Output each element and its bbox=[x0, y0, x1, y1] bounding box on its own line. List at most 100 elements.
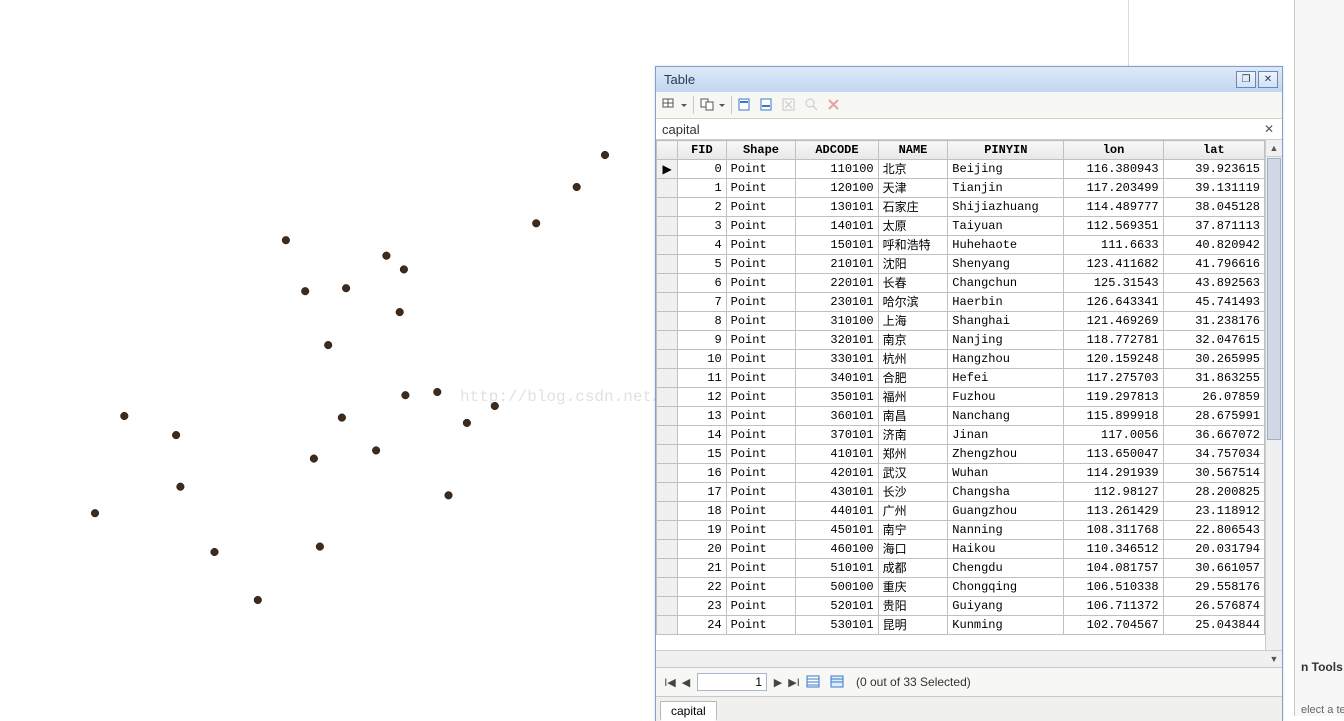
cell-adcode[interactable]: 310100 bbox=[796, 312, 878, 331]
cell-pinyin[interactable]: Haerbin bbox=[948, 293, 1064, 312]
table-options-dropdown[interactable] bbox=[680, 95, 687, 115]
nav-first-button[interactable]: I◀ bbox=[663, 674, 677, 690]
cell-adcode[interactable]: 220101 bbox=[796, 274, 878, 293]
cell-lon[interactable]: 117.0056 bbox=[1064, 426, 1163, 445]
cell-lon[interactable]: 106.510338 bbox=[1064, 578, 1163, 597]
table-row[interactable]: 6Point220101长春Changchun125.3154343.89256… bbox=[657, 274, 1265, 293]
cell-lat[interactable]: 28.675991 bbox=[1163, 407, 1264, 426]
cell-adcode[interactable]: 500100 bbox=[796, 578, 878, 597]
cell-lat[interactable]: 26.576874 bbox=[1163, 597, 1264, 616]
cell-fid[interactable]: 10 bbox=[678, 350, 727, 369]
table-row[interactable]: 16Point420101武汉Wuhan114.29193930.567514 bbox=[657, 464, 1265, 483]
cell-lon[interactable]: 106.711372 bbox=[1064, 597, 1163, 616]
nav-prev-button[interactable]: ◀ bbox=[679, 674, 693, 690]
cell-shape[interactable]: Point bbox=[726, 312, 796, 331]
nav-next-button[interactable]: ▶ bbox=[771, 674, 785, 690]
cell-adcode[interactable]: 530101 bbox=[796, 616, 878, 635]
table-row[interactable]: 9Point320101南京Nanjing118.77278132.047615 bbox=[657, 331, 1265, 350]
cell-shape[interactable]: Point bbox=[726, 540, 796, 559]
table-row[interactable]: 3Point140101太原Taiyuan112.56935137.871113 bbox=[657, 217, 1265, 236]
cell-fid[interactable]: 22 bbox=[678, 578, 727, 597]
cell-pinyin[interactable]: Changchun bbox=[948, 274, 1064, 293]
cell-shape[interactable]: Point bbox=[726, 407, 796, 426]
cell-pinyin[interactable]: Shenyang bbox=[948, 255, 1064, 274]
map-point[interactable] bbox=[172, 431, 180, 439]
cell-adcode[interactable]: 230101 bbox=[796, 293, 878, 312]
cell-shape[interactable]: Point bbox=[726, 483, 796, 502]
cell-shape[interactable]: Point bbox=[726, 236, 796, 255]
cell-adcode[interactable]: 520101 bbox=[796, 597, 878, 616]
cell-shape[interactable]: Point bbox=[726, 521, 796, 540]
row-header[interactable] bbox=[657, 464, 678, 483]
cell-adcode[interactable]: 130101 bbox=[796, 198, 878, 217]
cell-fid[interactable]: 20 bbox=[678, 540, 727, 559]
row-header[interactable] bbox=[657, 483, 678, 502]
cell-lon[interactable]: 115.899918 bbox=[1064, 407, 1163, 426]
cell-adcode[interactable]: 350101 bbox=[796, 388, 878, 407]
col-lat[interactable]: lat bbox=[1163, 141, 1264, 160]
cell-pinyin[interactable]: Fuzhou bbox=[948, 388, 1064, 407]
table-row[interactable]: 23Point520101贵阳Guiyang106.71137226.57687… bbox=[657, 597, 1265, 616]
col-fid[interactable]: FID bbox=[678, 141, 727, 160]
cell-pinyin[interactable]: Chongqing bbox=[948, 578, 1064, 597]
titlebar[interactable]: Table ❐ ✕ bbox=[656, 66, 1282, 92]
cell-shape[interactable]: Point bbox=[726, 426, 796, 445]
row-header[interactable] bbox=[657, 521, 678, 540]
cell-fid[interactable]: 1 bbox=[678, 179, 727, 198]
cell-pinyin[interactable]: Nanchang bbox=[948, 407, 1064, 426]
table-row[interactable]: 14Point370101济南Jinan117.005636.667072 bbox=[657, 426, 1265, 445]
cell-lat[interactable]: 36.667072 bbox=[1163, 426, 1264, 445]
col-lon[interactable]: lon bbox=[1064, 141, 1163, 160]
row-header[interactable] bbox=[657, 198, 678, 217]
cell-fid[interactable]: 18 bbox=[678, 502, 727, 521]
table-row[interactable]: 2Point130101石家庄Shijiazhuang114.48977738.… bbox=[657, 198, 1265, 217]
cell-adcode[interactable]: 140101 bbox=[796, 217, 878, 236]
cell-lon[interactable]: 117.275703 bbox=[1064, 369, 1163, 388]
vertical-scrollbar[interactable]: ▲ ▼ bbox=[1265, 140, 1282, 667]
cell-shape[interactable]: Point bbox=[726, 255, 796, 274]
cell-name[interactable]: 济南 bbox=[878, 426, 948, 445]
cell-fid[interactable]: 6 bbox=[678, 274, 727, 293]
map-point[interactable] bbox=[532, 220, 540, 228]
cell-pinyin[interactable]: Huhehaote bbox=[948, 236, 1064, 255]
attribute-table[interactable]: FID Shape ADCODE NAME PINYIN lon lat ▶0P… bbox=[656, 140, 1265, 635]
cell-shape[interactable]: Point bbox=[726, 369, 796, 388]
table-row[interactable]: 21Point510101成都Chengdu104.08175730.66105… bbox=[657, 559, 1265, 578]
cell-pinyin[interactable]: Zhengzhou bbox=[948, 445, 1064, 464]
show-selected-records-icon[interactable] bbox=[828, 673, 848, 691]
cell-lat[interactable]: 32.047615 bbox=[1163, 331, 1264, 350]
row-header[interactable] bbox=[657, 540, 678, 559]
map-point[interactable] bbox=[338, 414, 346, 422]
row-header[interactable] bbox=[657, 369, 678, 388]
cell-name[interactable]: 北京 bbox=[878, 160, 948, 179]
cell-pinyin[interactable]: Shanghai bbox=[948, 312, 1064, 331]
cell-lon[interactable]: 119.297813 bbox=[1064, 388, 1163, 407]
row-header[interactable] bbox=[657, 236, 678, 255]
cell-lat[interactable]: 25.043844 bbox=[1163, 616, 1264, 635]
table-row[interactable]: 1Point120100天津Tianjin117.20349939.131119 bbox=[657, 179, 1265, 198]
cell-lat[interactable]: 39.923615 bbox=[1163, 160, 1264, 179]
cell-pinyin[interactable]: Nanjing bbox=[948, 331, 1064, 350]
cell-name[interactable]: 上海 bbox=[878, 312, 948, 331]
row-header[interactable] bbox=[657, 331, 678, 350]
map-point[interactable] bbox=[402, 391, 410, 399]
cell-adcode[interactable]: 420101 bbox=[796, 464, 878, 483]
cell-adcode[interactable]: 410101 bbox=[796, 445, 878, 464]
cell-lon[interactable]: 102.704567 bbox=[1064, 616, 1163, 635]
cell-fid[interactable]: 17 bbox=[678, 483, 727, 502]
cell-fid[interactable]: 9 bbox=[678, 331, 727, 350]
cell-shape[interactable]: Point bbox=[726, 160, 796, 179]
map-point[interactable] bbox=[491, 402, 499, 410]
row-header[interactable] bbox=[657, 597, 678, 616]
cell-pinyin[interactable]: Hefei bbox=[948, 369, 1064, 388]
cell-lat[interactable]: 28.200825 bbox=[1163, 483, 1264, 502]
cell-lon[interactable]: 123.411682 bbox=[1064, 255, 1163, 274]
cell-pinyin[interactable]: Shijiazhuang bbox=[948, 198, 1064, 217]
cell-shape[interactable]: Point bbox=[726, 293, 796, 312]
cell-lat[interactable]: 30.661057 bbox=[1163, 559, 1264, 578]
cell-shape[interactable]: Point bbox=[726, 350, 796, 369]
map-point[interactable] bbox=[177, 483, 185, 491]
table-row[interactable]: 24Point530101昆明Kunming102.70456725.04384… bbox=[657, 616, 1265, 635]
cell-lon[interactable]: 112.98127 bbox=[1064, 483, 1163, 502]
table-row[interactable]: 17Point430101长沙Changsha112.9812728.20082… bbox=[657, 483, 1265, 502]
